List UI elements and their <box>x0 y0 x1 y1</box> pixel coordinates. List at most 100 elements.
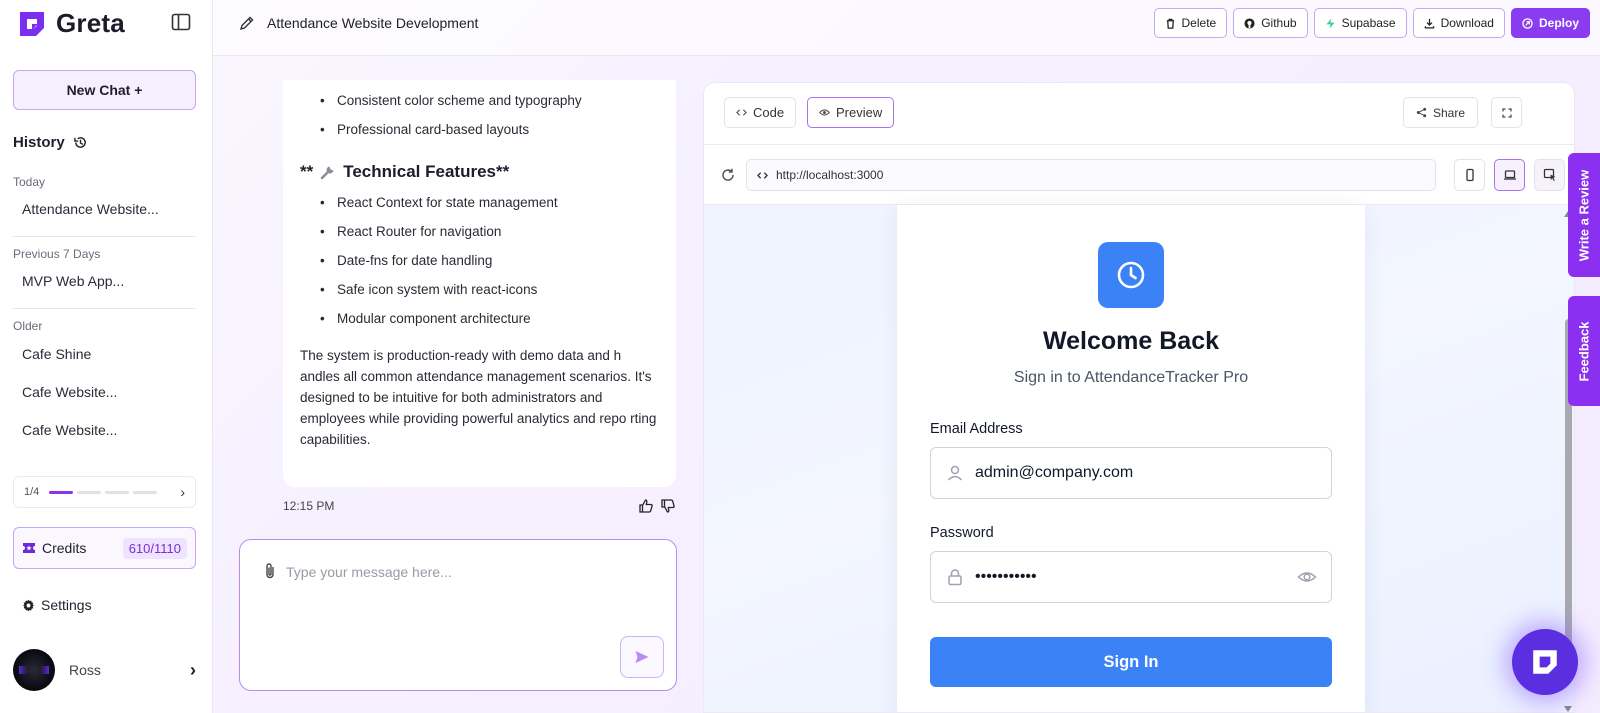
delete-label: Delete <box>1181 16 1217 30</box>
sign-in-button[interactable]: Sign In <box>930 637 1332 687</box>
pager-segment <box>105 490 130 494</box>
cursor-select-icon <box>1543 168 1555 181</box>
history-group-older: Older <box>13 319 43 333</box>
send-button[interactable] <box>620 636 664 678</box>
section-title: ** Technical Features** <box>300 162 659 182</box>
chevron-right-icon[interactable]: › <box>190 660 196 681</box>
greta-assistant-button[interactable] <box>1512 629 1578 695</box>
tab-code[interactable]: Code <box>724 97 797 128</box>
history-divider <box>13 308 196 309</box>
code-icon <box>757 171 768 179</box>
write-review-tab[interactable]: Write a Review <box>1568 153 1600 277</box>
eye-icon[interactable] <box>1297 567 1317 587</box>
share-icon <box>1416 107 1427 118</box>
reload-icon[interactable] <box>720 167 736 183</box>
history-item[interactable]: Attendance Website... <box>22 201 159 217</box>
user-profile[interactable]: Ross › <box>13 649 196 691</box>
paperclip-icon[interactable] <box>262 562 278 580</box>
history-divider <box>13 236 196 237</box>
delete-button[interactable]: Delete <box>1153 8 1228 38</box>
clock-icon <box>1117 261 1145 289</box>
list-item: Consistent color scheme and typography <box>300 92 659 121</box>
list-item: React Router for navigation <box>300 223 659 252</box>
github-icon <box>1244 17 1255 29</box>
history-pager: 1/4 › <box>13 476 196 508</box>
login-subtitle: Sign in to AttendanceTracker Pro <box>1013 369 1249 386</box>
download-button[interactable]: Download <box>1412 8 1505 38</box>
history-item[interactable]: Cafe Website... <box>22 422 117 438</box>
assistant-message: Consistent color scheme and typography P… <box>283 80 676 487</box>
project-title: Attendance Website Development <box>267 15 479 31</box>
new-chat-button[interactable]: New Chat + <box>13 70 196 110</box>
email-input[interactable] <box>975 464 1317 482</box>
credits-value: 610/1110 <box>122 537 187 559</box>
pager-segment <box>49 490 74 494</box>
deploy-icon <box>1522 17 1533 29</box>
deploy-label: Deploy <box>1538 16 1579 30</box>
greta-logo-icon <box>1533 650 1557 674</box>
feedback-tab[interactable]: Feedback <box>1568 296 1600 406</box>
download-icon <box>1424 18 1434 29</box>
list-item: React Context for state management <box>300 194 659 223</box>
feedback-label: Feedback <box>1576 321 1592 381</box>
history-item[interactable]: Cafe Website... <box>22 384 117 400</box>
password-field[interactable] <box>930 551 1332 603</box>
supabase-button[interactable]: Supabase <box>1313 8 1407 38</box>
github-button[interactable]: Github <box>1233 8 1308 38</box>
user-icon <box>947 465 963 481</box>
scroll-down-arrow-icon[interactable] <box>1564 706 1572 712</box>
history-icon <box>73 137 86 148</box>
eye-icon <box>819 109 830 116</box>
pager-next-icon[interactable]: › <box>180 484 185 500</box>
pager-progress <box>49 490 170 494</box>
email-field[interactable] <box>930 447 1332 499</box>
preview-address-row: http://localhost:3000 <box>704 145 1574 205</box>
mobile-view-button[interactable] <box>1454 159 1485 191</box>
laptop-icon <box>1503 170 1516 180</box>
inspect-button[interactable] <box>1534 159 1565 191</box>
list-item: Professional card-based layouts <box>300 121 659 150</box>
history-heading: History <box>13 134 88 151</box>
pencil-icon <box>239 16 254 31</box>
supabase-icon <box>1325 17 1335 29</box>
brand[interactable]: Greta <box>18 8 125 39</box>
wrench-icon <box>320 166 334 180</box>
brand-name: Greta <box>56 8 125 38</box>
password-label: Password <box>930 525 994 541</box>
share-button[interactable]: Share <box>1402 97 1478 128</box>
fullscreen-icon <box>1501 107 1512 118</box>
pager-segment <box>77 490 102 494</box>
ticket-icon <box>23 543 35 553</box>
project-title-area[interactable]: Attendance Website Development <box>239 15 478 31</box>
url-bar[interactable]: http://localhost:3000 <box>746 159 1436 191</box>
history-item[interactable]: Cafe Shine <box>22 346 91 362</box>
tab-preview[interactable]: Preview <box>807 97 895 128</box>
deploy-button[interactable]: Deploy <box>1510 8 1590 38</box>
section-title-text: Technical Features** <box>343 162 510 181</box>
credits-label: Credits <box>42 540 87 556</box>
preview-panel: Code Preview Share http://localhost:3000 <box>703 82 1575 713</box>
gear-icon <box>23 599 34 611</box>
sidebar: Greta New Chat + History Today Attendanc… <box>0 0 213 713</box>
settings-link[interactable]: Settings <box>22 597 92 613</box>
password-input[interactable] <box>975 568 1287 586</box>
sidebar-toggle-icon[interactable] <box>171 12 191 32</box>
desktop-view-button[interactable] <box>1494 159 1525 191</box>
email-label: Email Address <box>930 421 1023 437</box>
history-item[interactable]: MVP Web App... <box>22 273 124 289</box>
settings-label: Settings <box>41 597 92 613</box>
message-input[interactable] <box>286 560 656 584</box>
thumbs-up-icon[interactable] <box>638 498 654 514</box>
bullet-list: Consistent color scheme and typography P… <box>300 92 659 150</box>
message-time: 12:15 PM <box>283 499 335 513</box>
fullscreen-button[interactable] <box>1491 97 1522 128</box>
login-title: Welcome Back <box>1042 327 1219 355</box>
code-icon <box>736 109 747 116</box>
download-label: Download <box>1440 16 1494 30</box>
thumbs-down-icon[interactable] <box>660 498 676 514</box>
bullet-list: React Context for state management React… <box>300 194 659 339</box>
credits-panel[interactable]: Credits 610/1110 <box>13 527 196 569</box>
url-text: http://localhost:3000 <box>776 168 884 182</box>
write-review-label: Write a Review <box>1576 169 1592 261</box>
list-item: Modular component architecture <box>300 310 659 339</box>
